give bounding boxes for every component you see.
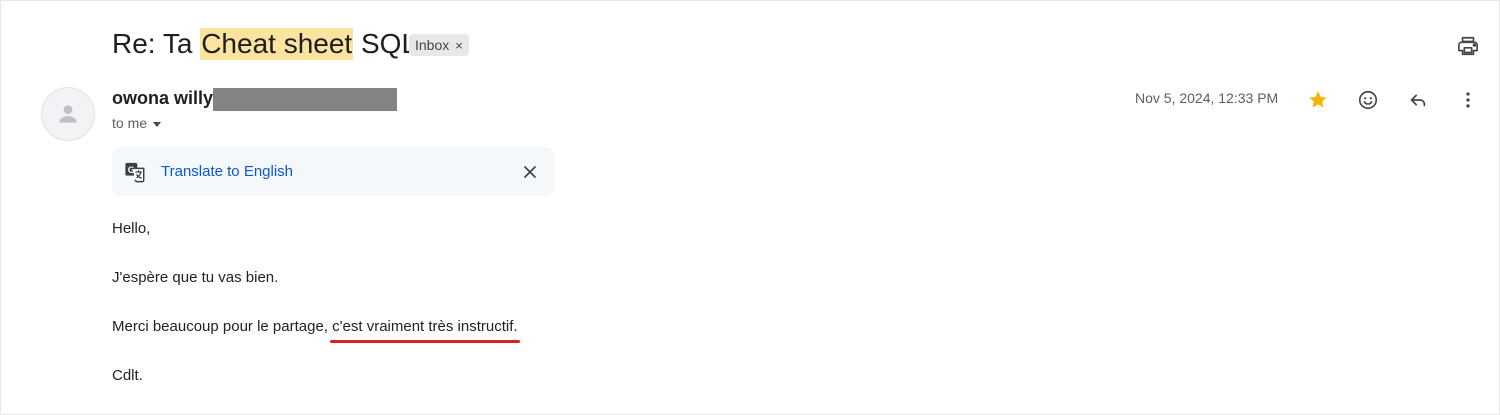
- close-icon: [524, 166, 536, 178]
- underlined-phrase-text: c'est vraiment très instructif.: [332, 318, 518, 335]
- email-view-frame: [0, 0, 1500, 415]
- react-emoji-button[interactable]: [1354, 86, 1382, 114]
- subject-highlight: Cheat sheet: [200, 28, 354, 60]
- star-button[interactable]: [1304, 86, 1332, 114]
- translate-banner: G Translate to English: [112, 147, 554, 196]
- reply-icon: [1410, 94, 1426, 107]
- reply-button[interactable]: [1404, 86, 1432, 114]
- print-button[interactable]: [1454, 32, 1482, 60]
- person-icon: [59, 105, 77, 123]
- inbox-label-text: Inbox: [415, 37, 450, 53]
- more-options-button[interactable]: [1454, 86, 1482, 114]
- body-line-2-prefix: Merci beaucoup pour le partage,: [112, 318, 328, 335]
- red-underline-annotation: [330, 340, 520, 343]
- sender-name[interactable]: owona willy: [112, 88, 213, 109]
- star-icon: [1309, 91, 1327, 108]
- body-signoff: Cdlt.: [112, 367, 143, 384]
- recipient-details-toggle[interactable]: to me: [112, 115, 162, 131]
- chevron-down-icon: [153, 121, 162, 127]
- translate-to-english-link[interactable]: Translate to English: [161, 163, 293, 180]
- underlined-phrase: c'est vraiment très instructif.: [330, 318, 520, 343]
- print-icon: [1458, 36, 1478, 56]
- email-datetime: Nov 5, 2024, 12:33 PM: [1135, 90, 1279, 106]
- subject-prefix: Re: Ta: [112, 28, 193, 59]
- sender-avatar[interactable]: [41, 87, 95, 141]
- more-vert-icon: [1466, 92, 1470, 108]
- body-greeting: Hello,: [112, 220, 151, 237]
- emoji-icon: [1358, 90, 1378, 110]
- google-translate-icon: G: [125, 162, 145, 183]
- body-line-2: Merci beaucoup pour le partage, c'est vr…: [112, 318, 520, 343]
- redacted-sender-email: [213, 88, 397, 111]
- email-subject: Re: Ta Cheat sheet SQL: [112, 26, 417, 62]
- recipient-text: to me: [112, 115, 148, 131]
- remove-label-icon[interactable]: ×: [455, 38, 463, 53]
- dismiss-translate-button[interactable]: [518, 160, 542, 184]
- body-line-1: J'espère que tu vas bien.: [112, 269, 279, 286]
- inbox-label-chip[interactable]: Inbox ×: [409, 34, 469, 56]
